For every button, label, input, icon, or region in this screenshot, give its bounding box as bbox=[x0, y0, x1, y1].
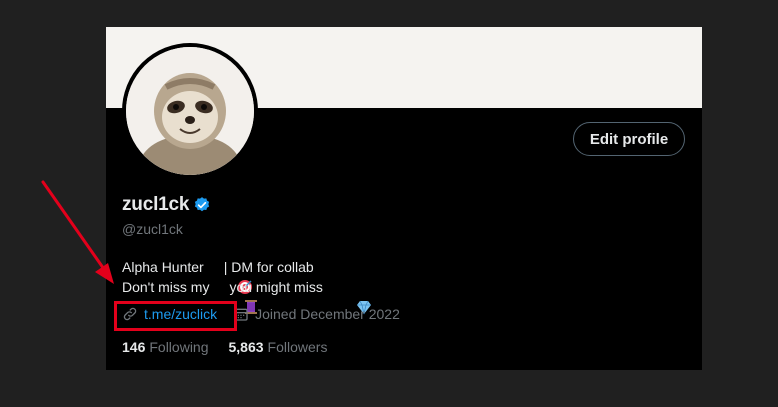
annotation-arrow-icon bbox=[41, 180, 114, 284]
